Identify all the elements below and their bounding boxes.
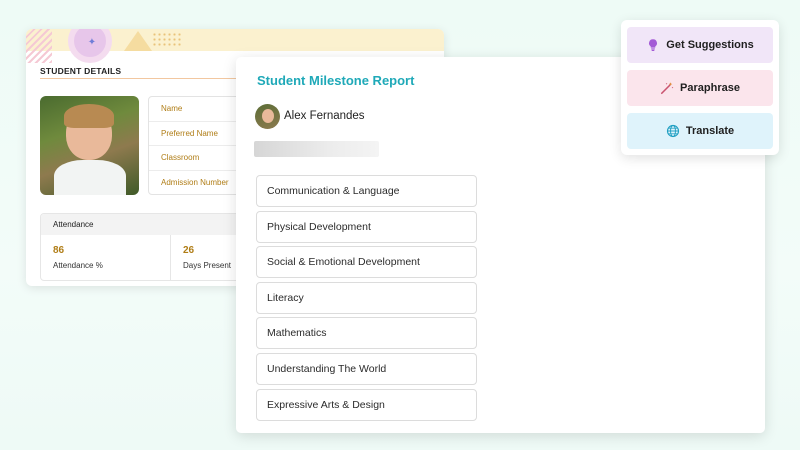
get-suggestions-button[interactable]: Get Suggestions [627, 27, 773, 63]
banner-dots [152, 32, 182, 48]
area-mathematics[interactable]: Mathematics [256, 317, 477, 350]
sparkle-icon: ✦ [87, 37, 97, 48]
student-photo [40, 96, 139, 195]
photo-hair [64, 104, 114, 128]
paraphrase-button[interactable]: Paraphrase [627, 70, 773, 106]
student-name: Alex Fernandes [284, 110, 365, 122]
report-title: Student Milestone Report [257, 73, 415, 88]
student-details-title: STUDENT DETAILS [40, 66, 122, 76]
ai-actions-panel: Get Suggestions Paraphrase Translate [621, 20, 779, 155]
get-suggestions-label: Get Suggestions [666, 39, 754, 51]
lightbulb-icon [649, 39, 658, 51]
attendance-percent-label: Attendance % [53, 261, 103, 270]
banner-triangle [124, 31, 152, 51]
attendance-percent-value: 86 [53, 245, 65, 256]
avatar-face [262, 109, 274, 123]
decorative-banner: ✦ [26, 29, 444, 63]
magic-wand-icon [660, 82, 674, 95]
loading-placeholder [254, 141, 379, 157]
translate-label: Translate [685, 125, 735, 137]
learning-areas-list: Communication & Language Physical Develo… [256, 175, 477, 424]
area-communication-language[interactable]: Communication & Language [256, 175, 477, 207]
globe-icon [666, 124, 679, 138]
avatar [255, 104, 280, 129]
translate-button[interactable]: Translate [627, 113, 773, 149]
photo-shirt [54, 160, 126, 195]
area-understanding-the-world[interactable]: Understanding The World [256, 352, 477, 385]
area-physical-development[interactable]: Physical Development [256, 210, 477, 243]
area-social-emotional-development[interactable]: Social & Emotional Development [256, 246, 477, 279]
area-expressive-arts-design[interactable]: Expressive Arts & Design [256, 388, 477, 421]
banner-stripes [26, 29, 52, 63]
area-literacy[interactable]: Literacy [256, 281, 477, 314]
paraphrase-label: Paraphrase [680, 82, 740, 94]
attendance-percent-stat: 86 Attendance % [41, 235, 171, 280]
